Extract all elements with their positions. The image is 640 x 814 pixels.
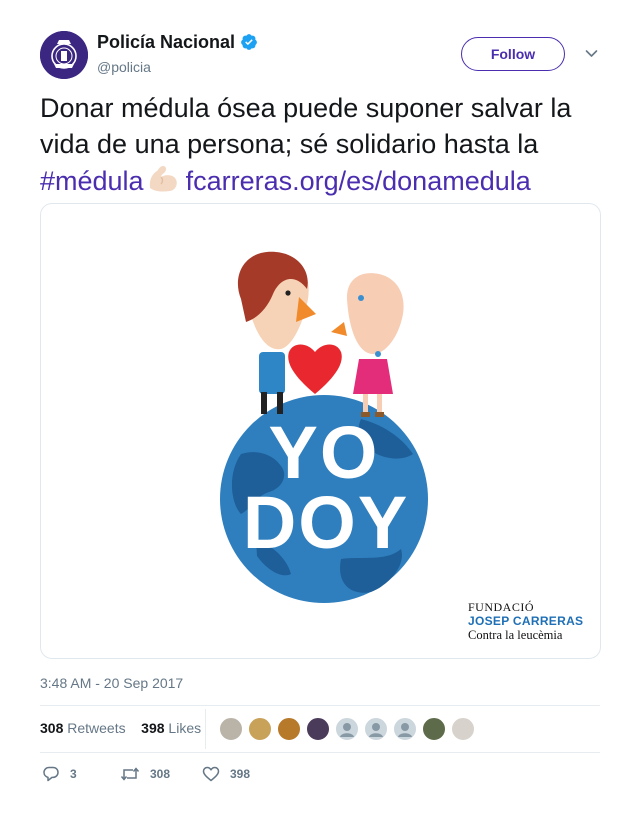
likes-label: Likes (168, 720, 202, 736)
like-count: 398 (230, 767, 251, 781)
headline-yo: YO (268, 411, 380, 494)
retweet-count: 308 (150, 767, 171, 781)
author-name[interactable]: Policía Nacional (97, 32, 235, 53)
author-handle[interactable]: @policia (97, 59, 151, 75)
chevron-down-icon[interactable] (585, 47, 598, 60)
tweet-text: Donar médula ósea puede suponer salvar l… (40, 90, 610, 199)
reply-icon (43, 766, 59, 782)
liker-avatar[interactable] (219, 717, 243, 741)
media-image[interactable]: YO DOY FUNDACIÓ JOSEP CARRERAS Contra la… (40, 203, 601, 659)
like-button[interactable]: 398 (202, 765, 262, 783)
retweet-icon (120, 767, 140, 781)
org-logo-line-1: FUNDACIÓ (468, 600, 535, 614)
divider (40, 752, 600, 753)
retweets-count: 308 (40, 720, 64, 736)
liker-avatar[interactable] (277, 717, 301, 741)
heart-icon (202, 766, 220, 782)
retweets-label: Retweets (67, 720, 126, 736)
default-avatar[interactable] (335, 717, 359, 741)
tweet-line-2: vida de una persona; sé solidario hasta … (40, 129, 539, 159)
liker-avatar[interactable] (422, 717, 446, 741)
tweet-line-1: Donar médula ósea puede suponer salvar l… (40, 93, 572, 123)
stats-divider (205, 709, 206, 749)
divider (40, 705, 600, 706)
police-badge-icon (40, 31, 88, 79)
likes-stat[interactable]: 398 Likes (141, 720, 201, 736)
liker-avatar[interactable] (306, 717, 330, 741)
default-avatar[interactable] (393, 717, 417, 741)
liker-avatar[interactable] (451, 717, 475, 741)
tweet-timestamp[interactable]: 3:48 AM - 20 Sep 2017 (40, 675, 183, 691)
tweet-line-3: #médula fcarreras.org/es/donamedula (40, 162, 610, 199)
org-logo-line-3: Contra la leucèmia (468, 628, 563, 642)
engagement-stats: 308 Retweets 398 Likes (40, 720, 201, 736)
org-logo-line-2: JOSEP CARRERAS (468, 614, 584, 628)
verified-badge-icon (241, 34, 257, 50)
retweets-stat[interactable]: 308 Retweets (40, 720, 126, 736)
follow-button[interactable]: Follow (461, 37, 565, 71)
author-avatar[interactable] (40, 31, 88, 79)
default-avatar[interactable] (364, 717, 388, 741)
hashtag-link[interactable]: #médula (40, 166, 144, 196)
reply-button[interactable]: 3 (42, 765, 82, 783)
flexed-biceps-emoji (146, 162, 180, 196)
liker-avatar[interactable] (248, 717, 272, 741)
likes-count: 398 (141, 720, 165, 736)
reply-count: 3 (70, 767, 77, 781)
external-link[interactable]: fcarreras.org/es/donamedula (186, 166, 531, 196)
retweet-button[interactable]: 308 (120, 765, 180, 783)
headline-doy: DOY (242, 481, 410, 564)
